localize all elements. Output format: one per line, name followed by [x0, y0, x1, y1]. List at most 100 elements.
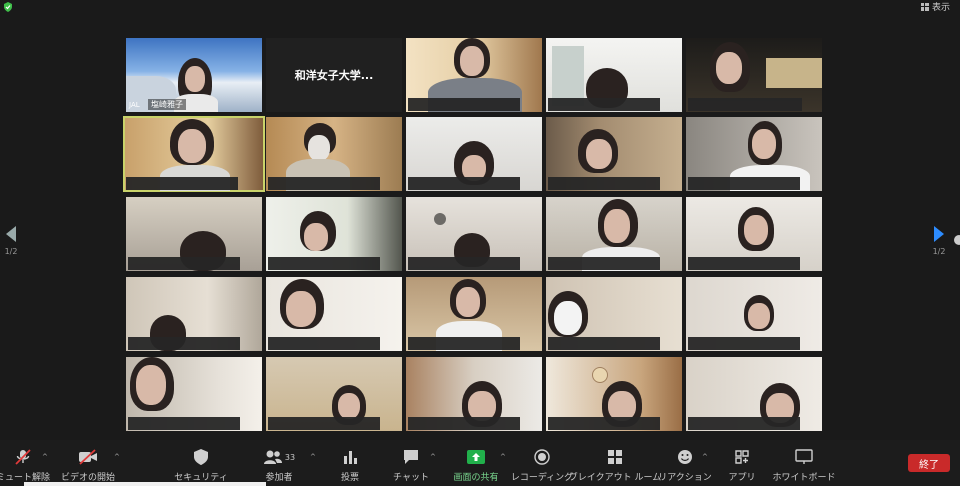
- name-bar: [548, 98, 660, 111]
- next-page-label: 1/2: [932, 247, 946, 256]
- participant-tile[interactable]: [266, 357, 402, 431]
- breakout-rooms-icon: [604, 446, 626, 468]
- security-shield-icon: [4, 2, 12, 12]
- participant-tile[interactable]: [686, 277, 822, 351]
- name-bar: [548, 257, 660, 270]
- microphone-muted-icon: [12, 446, 34, 468]
- apps-button[interactable]: アプリ: [724, 440, 760, 486]
- previous-page-button[interactable]: 1/2: [0, 226, 22, 256]
- start-video-button[interactable]: ビデオの開始: [61, 440, 115, 486]
- share-screen-button[interactable]: 画面の共有: [448, 440, 504, 486]
- left-arrow-icon: [6, 226, 16, 242]
- audio-options-caret[interactable]: ^: [42, 453, 48, 461]
- name-bar: [408, 177, 520, 190]
- participant-tile[interactable]: [266, 277, 402, 351]
- participant-tile[interactable]: [126, 277, 262, 351]
- name-bar: [268, 177, 380, 190]
- participant-face: [716, 52, 742, 84]
- participant-face: [338, 393, 360, 419]
- record-icon: [531, 446, 553, 468]
- participant-tile[interactable]: [686, 117, 822, 191]
- participant-tile[interactable]: [406, 197, 542, 271]
- polls-button[interactable]: 投票: [330, 440, 370, 486]
- participant-count: 33: [284, 452, 296, 462]
- grid-view-icon: [920, 2, 929, 11]
- participant-tile[interactable]: [406, 38, 542, 112]
- name-bar: [548, 417, 660, 430]
- previous-page-label: 1/2: [4, 247, 18, 256]
- share-options-caret[interactable]: ^: [500, 453, 506, 461]
- participant-face: [752, 129, 776, 159]
- participants-icon: 33: [259, 446, 299, 468]
- participant-tile[interactable]: [406, 277, 542, 351]
- bar-chart-icon: [339, 446, 361, 468]
- participant-tile[interactable]: [546, 117, 682, 191]
- participant-tile[interactable]: [686, 197, 822, 271]
- smiley-icon: [674, 446, 696, 468]
- end-meeting-button[interactable]: 終了: [908, 454, 950, 472]
- participant-tile[interactable]: [546, 277, 682, 351]
- participant-tile[interactable]: [126, 357, 262, 431]
- record-label: レコーディング: [510, 473, 574, 483]
- whiteboard-label: ホワイトボード: [772, 473, 836, 483]
- participant-tile-active-speaker[interactable]: [123, 116, 265, 192]
- name-bar: [408, 337, 520, 350]
- participant-face: [748, 303, 770, 329]
- name-bar: [268, 257, 380, 270]
- next-page-button[interactable]: 1/2: [928, 226, 950, 256]
- participant-name: 和洋女子大学...: [294, 69, 374, 82]
- unmute-button[interactable]: ミュート解除: [0, 440, 50, 486]
- breakout-rooms-label: ブレイクアウト ルーム: [568, 473, 662, 483]
- participant-tile[interactable]: [546, 38, 682, 112]
- name-bar: [688, 417, 800, 430]
- name-bar: [268, 417, 380, 430]
- participant-tile[interactable]: [546, 357, 682, 431]
- jal-logo: JAL: [129, 101, 140, 109]
- name-bar: [408, 417, 520, 430]
- participant-tile[interactable]: [686, 38, 822, 112]
- participant-tile[interactable]: 和洋女子大学...: [266, 38, 402, 112]
- whiteboard-button[interactable]: ホワイトボード: [772, 440, 836, 486]
- participant-face: [136, 365, 166, 405]
- video-options-caret[interactable]: ^: [114, 453, 120, 461]
- participant-tile[interactable]: [126, 197, 262, 271]
- name-bar: [688, 177, 800, 190]
- participants-options-caret[interactable]: ^: [310, 453, 316, 461]
- participant-face: [185, 66, 205, 92]
- chat-button[interactable]: チャット: [390, 440, 432, 486]
- participant-tile[interactable]: JAL 塩崎雅子: [126, 38, 262, 112]
- view-button[interactable]: 表示: [920, 0, 950, 13]
- reactions-options-caret[interactable]: ^: [702, 453, 708, 461]
- participant-face: [456, 287, 480, 317]
- shield-icon: [190, 446, 212, 468]
- participant-face: [460, 46, 484, 76]
- name-bar: [268, 337, 380, 350]
- participant-face: [604, 209, 630, 243]
- reactions-button[interactable]: リアクション: [658, 440, 712, 486]
- background-door: [552, 46, 584, 106]
- apps-icon: [731, 446, 753, 468]
- participant-tile[interactable]: [406, 357, 542, 431]
- name-bar: [688, 337, 800, 350]
- participant-tile[interactable]: [546, 197, 682, 271]
- chat-bubble-icon: [400, 446, 422, 468]
- participants-button[interactable]: 33 参加者: [254, 440, 304, 486]
- view-label: 表示: [931, 3, 950, 13]
- chat-label: チャット: [393, 473, 429, 483]
- breakout-rooms-button[interactable]: ブレイクアウト ルーム: [569, 440, 661, 486]
- share-screen-label: 画面の共有: [453, 473, 499, 483]
- participant-tile[interactable]: [266, 197, 402, 271]
- name-bar: [548, 337, 660, 350]
- chat-options-caret[interactable]: ^: [430, 453, 436, 461]
- name-bar: [408, 98, 520, 111]
- security-button[interactable]: セキュリティ: [174, 440, 228, 486]
- reactions-label: リアクション: [658, 473, 712, 483]
- background-shelf: [766, 58, 822, 88]
- participant-tile[interactable]: [686, 357, 822, 431]
- record-button[interactable]: レコーディング: [510, 440, 574, 486]
- participant-face: [744, 215, 768, 245]
- participant-tile[interactable]: [406, 117, 542, 191]
- participant-tile[interactable]: [266, 117, 402, 191]
- scroll-handle[interactable]: [954, 235, 960, 245]
- right-arrow-icon: [934, 226, 944, 242]
